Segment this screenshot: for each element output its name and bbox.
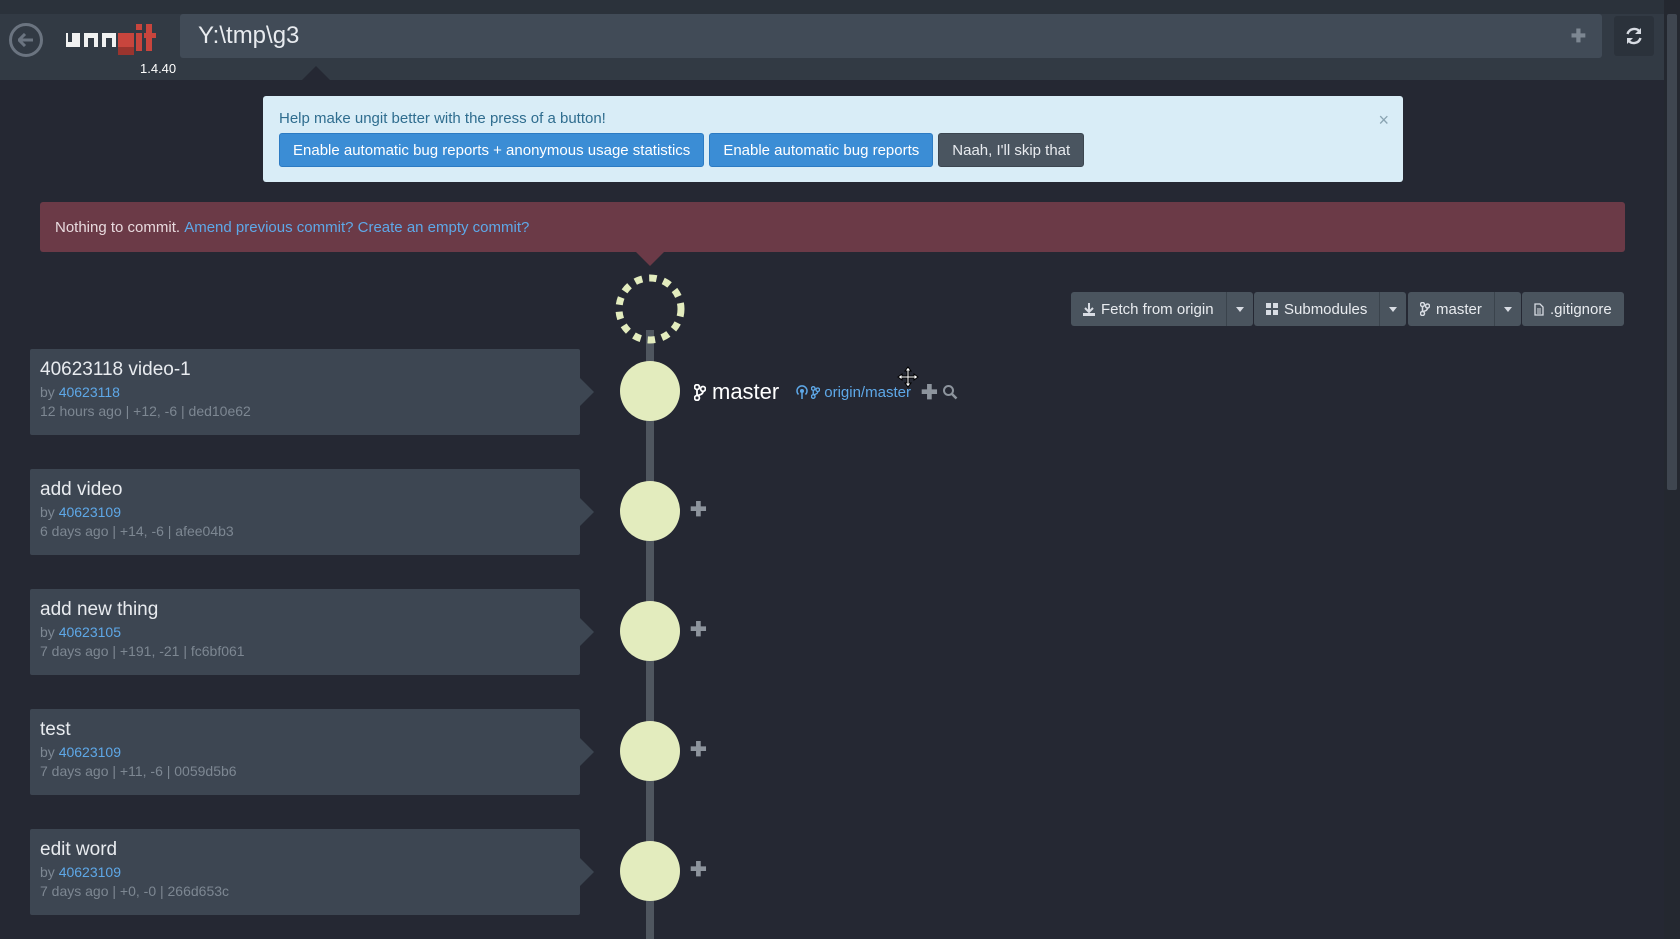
- gitignore-group: .gitignore: [1522, 292, 1624, 326]
- commit-author-link[interactable]: 40623109: [59, 744, 121, 760]
- remote-branch-ref[interactable]: origin/master: [795, 384, 911, 401]
- enable-bug-reports-button[interactable]: Enable automatic bug reports: [709, 133, 934, 167]
- empty-commit-link[interactable]: Create an empty commit?: [358, 219, 530, 236]
- commit-card[interactable]: add new thing by 40623105 7 days ago | +…: [30, 589, 594, 675]
- chevron-down-icon: [1389, 306, 1398, 312]
- branch-icon: [1420, 302, 1430, 316]
- staging-status-bar: Nothing to commit. Amend previous commit…: [40, 202, 1625, 252]
- plus-icon[interactable]: ✚: [921, 380, 938, 405]
- plus-icon[interactable]: ✚: [690, 857, 707, 882]
- commit-author-prefix: by: [40, 744, 59, 760]
- remote-icon: [795, 384, 809, 400]
- commit-meta: 12 hours ago | +12, -6 | ded10e62: [40, 403, 251, 419]
- plus-icon[interactable]: ✚: [690, 737, 707, 762]
- commit-author-line: by 40623109: [40, 864, 570, 880]
- commit-author-prefix: by: [40, 384, 59, 400]
- head-node-dashed[interactable]: [613, 272, 687, 346]
- download-icon: [1083, 302, 1095, 316]
- commit-card[interactable]: edit word by 40623109 7 days ago | +0, -…: [30, 829, 594, 915]
- commit-meta: 7 days ago | +11, -6 | 0059d5b6: [40, 763, 237, 779]
- path-caret: [302, 66, 330, 80]
- repo-path-bar: ✚: [180, 14, 1602, 58]
- commit-meta: 7 days ago | +191, -21 | fc6bf061: [40, 643, 245, 659]
- submodules-group: Submodules: [1254, 292, 1407, 326]
- commit-author-line: by 40623118: [40, 384, 570, 400]
- plus-icon[interactable]: ✚: [690, 497, 707, 522]
- commit-author-prefix: by: [40, 504, 59, 520]
- submodules-button[interactable]: Submodules: [1254, 292, 1380, 326]
- commit-author-link[interactable]: 40623109: [59, 504, 121, 520]
- commit-meta: 6 days ago | +14, -6 | afee04b3: [40, 523, 234, 539]
- scrollbar-thumb[interactable]: [1667, 14, 1677, 490]
- repo-path-input[interactable]: [196, 21, 1571, 51]
- commit-author-prefix: by: [40, 624, 59, 640]
- commit-node[interactable]: [620, 361, 680, 421]
- move-cursor-icon: [897, 366, 919, 388]
- ungit-logo[interactable]: [66, 20, 170, 60]
- gitignore-label: .gitignore: [1550, 300, 1612, 318]
- banner-button-group: Enable automatic bug reports + anonymous…: [279, 133, 1085, 167]
- commit-node[interactable]: [620, 721, 680, 781]
- commit-card[interactable]: test by 40623109 7 days ago | +11, -6 | …: [30, 709, 594, 795]
- branch-button[interactable]: master: [1408, 292, 1494, 326]
- commit-title: 40623118 video-1: [40, 359, 191, 380]
- local-branch-ref[interactable]: master: [694, 379, 779, 405]
- commit-meta: 7 days ago | +0, -0 | 266d653c: [40, 883, 230, 899]
- commit-author-line: by 40623105: [40, 624, 570, 640]
- local-branch-label: master: [712, 379, 780, 404]
- chevron-down-icon: [1503, 306, 1512, 312]
- enable-bugs-and-stats-button[interactable]: Enable automatic bug reports + anonymous…: [279, 133, 705, 167]
- commit-title: test: [40, 719, 71, 740]
- header-top-strip: [0, 0, 1680, 14]
- branch-icon: [811, 385, 821, 399]
- fetch-button[interactable]: Fetch from origin: [1071, 292, 1226, 326]
- branch-dropdown[interactable]: [1493, 292, 1521, 326]
- commit-author-link[interactable]: 40623118: [59, 384, 120, 400]
- close-icon[interactable]: ×: [1378, 110, 1389, 131]
- commit-node[interactable]: [620, 481, 680, 541]
- fetch-group: Fetch from origin: [1071, 292, 1253, 326]
- back-icon: [18, 33, 33, 47]
- branch-icon: [694, 383, 706, 401]
- back-button[interactable]: [9, 23, 43, 57]
- refresh-button[interactable]: [1614, 16, 1654, 56]
- plus-icon[interactable]: ✚: [1571, 26, 1586, 47]
- commit-title: add video: [40, 479, 123, 500]
- banner-message: Help make ungit better with the press of…: [279, 110, 606, 127]
- file-icon: [1534, 302, 1544, 316]
- commit-node[interactable]: [620, 601, 680, 661]
- commit-author-line: by 40623109: [40, 744, 570, 760]
- branch-group: master: [1408, 292, 1521, 326]
- commit-author-line: by 40623109: [40, 504, 570, 520]
- app-version: 1.4.40: [140, 61, 177, 76]
- amend-commit-link[interactable]: Amend previous commit?: [184, 219, 353, 236]
- commit-author-link[interactable]: 40623109: [59, 864, 121, 880]
- refresh-icon: [1626, 27, 1642, 45]
- submodules-dropdown[interactable]: [1379, 292, 1407, 326]
- commit-title: add new thing: [40, 599, 159, 620]
- commit-card[interactable]: 40623118 video-1 by 40623118 12 hours ag…: [30, 349, 594, 435]
- commit-card[interactable]: add video by 40623109 6 days ago | +14, …: [30, 469, 594, 555]
- bug-report-banner: Help make ungit better with the press of…: [263, 96, 1403, 182]
- gitignore-button[interactable]: .gitignore: [1522, 292, 1624, 326]
- grid-icon: [1266, 303, 1278, 315]
- commit-node[interactable]: [620, 841, 680, 901]
- commit-author-prefix: by: [40, 864, 59, 880]
- skip-button[interactable]: Naah, I'll skip that: [938, 133, 1085, 167]
- fetch-dropdown[interactable]: [1225, 292, 1253, 326]
- chevron-down-icon: [1235, 306, 1244, 312]
- submodules-label: Submodules: [1284, 300, 1368, 318]
- plus-icon[interactable]: ✚: [690, 617, 707, 642]
- commit-author-link[interactable]: 40623105: [59, 624, 121, 640]
- fetch-label: Fetch from origin: [1101, 300, 1214, 318]
- search-icon[interactable]: [942, 384, 958, 400]
- commit-title: edit word: [40, 839, 118, 860]
- staging-message: Nothing to commit.: [55, 218, 181, 236]
- staging-caret: [636, 252, 664, 266]
- branch-label: master: [1436, 300, 1482, 318]
